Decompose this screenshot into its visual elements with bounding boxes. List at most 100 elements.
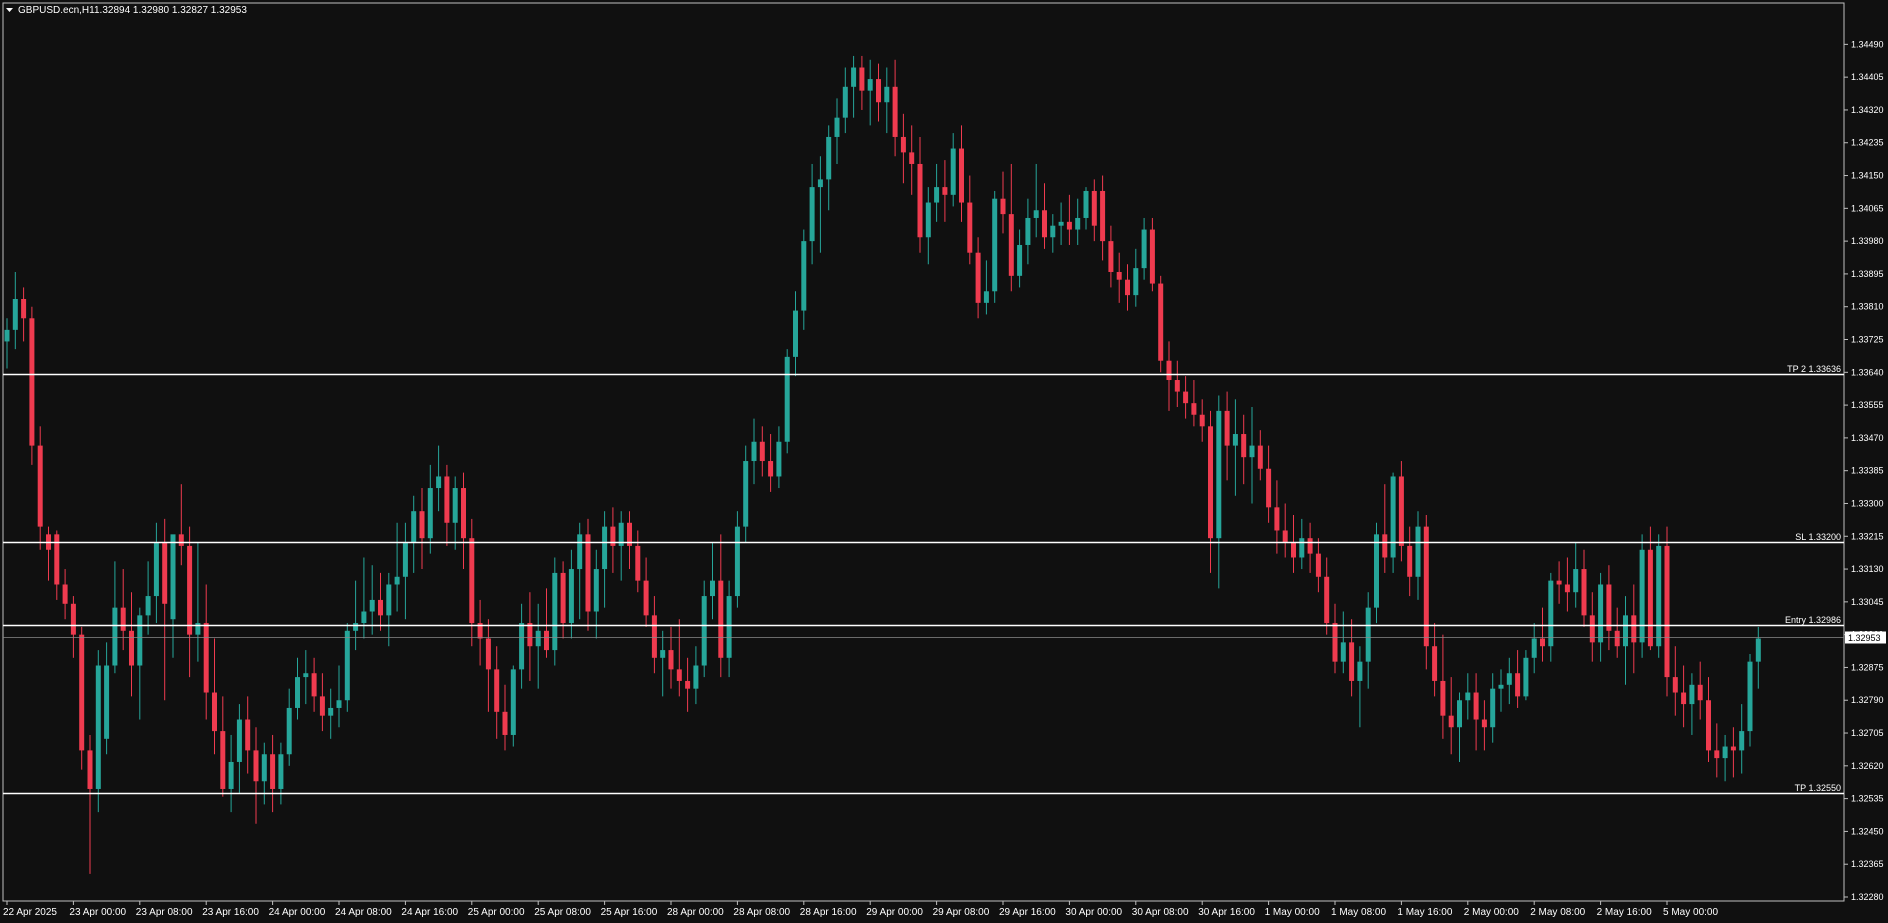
- candle-body: [1589, 615, 1595, 643]
- candle-body: [1017, 244, 1023, 276]
- price-chart[interactable]: GBPUSD.ecn,H1 1.32894 1.32980 1.32827 1.…: [0, 0, 1888, 923]
- candle-body: [328, 707, 334, 716]
- candle-body: [892, 86, 898, 137]
- price-tick-label: 1.32365: [1851, 859, 1884, 869]
- candle-body: [4, 329, 10, 342]
- level-label: TP 1.32550: [1795, 783, 1841, 793]
- candle-body: [153, 542, 159, 597]
- candle-body: [236, 719, 242, 762]
- candle-body: [1523, 657, 1529, 697]
- price-tick-label: 1.32535: [1851, 794, 1884, 804]
- candle-body: [187, 545, 193, 635]
- candle-body: [469, 538, 475, 624]
- candle-body: [851, 67, 857, 87]
- candle-body: [676, 669, 682, 681]
- candle-body: [1133, 268, 1139, 296]
- candle-body: [1755, 638, 1761, 662]
- candle-body: [427, 488, 433, 539]
- candle-body: [62, 584, 68, 604]
- candle-body: [1232, 434, 1238, 446]
- candle-body: [776, 441, 782, 477]
- candle-body: [112, 607, 118, 666]
- candle-body: [577, 534, 583, 570]
- candle-body: [494, 669, 500, 712]
- time-tick-label: 2 May 00:00: [1464, 907, 1519, 918]
- candle-body: [319, 696, 325, 716]
- candle-body: [1623, 615, 1628, 647]
- time-tick-label: 30 Apr 00:00: [1065, 907, 1122, 918]
- candle-body: [253, 750, 259, 782]
- candle-body: [170, 534, 176, 620]
- bull-candle: [1639, 534, 1645, 658]
- candle-body: [461, 488, 466, 539]
- time-tick-label: 29 Apr 16:00: [999, 907, 1056, 918]
- candle-body: [1398, 476, 1404, 546]
- candle-body: [1440, 680, 1446, 716]
- candle-body: [1291, 542, 1296, 558]
- price-tick-label: 1.33385: [1851, 466, 1884, 476]
- candle-body: [1274, 507, 1280, 531]
- candle-body: [295, 677, 300, 708]
- price-tick-label: 1.32280: [1851, 892, 1884, 902]
- candle-body: [162, 542, 168, 604]
- candle-body: [1357, 661, 1363, 681]
- candle-body: [602, 526, 608, 570]
- candle-body: [485, 638, 491, 670]
- candle-body: [203, 623, 209, 693]
- level-label: Entry 1.32986: [1785, 615, 1841, 625]
- candle-body: [353, 623, 359, 631]
- level-label: SL 1.33200: [1795, 532, 1841, 542]
- candle-body: [1216, 410, 1222, 539]
- time-tick-label: 1 May 08:00: [1331, 907, 1386, 918]
- candle-body: [95, 665, 101, 789]
- candle-body: [1349, 642, 1355, 681]
- candle-body: [651, 615, 657, 658]
- candle-body: [12, 298, 18, 330]
- candle-body: [784, 356, 790, 442]
- candle-body: [452, 488, 458, 523]
- time-tick-label: 1 May 00:00: [1265, 907, 1320, 918]
- candle-body: [29, 318, 35, 446]
- candle-body: [1116, 271, 1122, 280]
- candle-body: [1324, 576, 1330, 624]
- candle-body: [129, 630, 134, 666]
- price-tick-label: 1.32620: [1851, 761, 1884, 771]
- price-tick-label: 1.34320: [1851, 105, 1884, 115]
- time-tick-label: 24 Apr 00:00: [269, 907, 326, 918]
- candle-body: [635, 545, 641, 581]
- time-tick-label: 29 Apr 08:00: [933, 907, 990, 918]
- candle-body: [1183, 391, 1189, 404]
- time-tick-label: 30 Apr 16:00: [1198, 907, 1255, 918]
- candle-body: [1498, 684, 1504, 689]
- candle-body: [552, 572, 558, 651]
- price-tick-label: 1.33215: [1851, 531, 1884, 541]
- price-tick-label: 1.33130: [1851, 564, 1884, 574]
- candle-body: [1457, 700, 1462, 728]
- candle-body: [660, 650, 666, 658]
- price-tick-label: 1.33470: [1851, 433, 1884, 443]
- candle-body: [768, 461, 774, 477]
- candle-body: [1166, 360, 1172, 381]
- candle-body: [419, 511, 425, 539]
- candle-body: [685, 680, 691, 689]
- candle-body: [1075, 217, 1081, 230]
- candle-body: [104, 665, 110, 739]
- candle-body: [793, 310, 798, 357]
- candle-body: [369, 599, 375, 612]
- candle-body: [303, 673, 309, 678]
- candle-body: [1299, 538, 1305, 558]
- candle-body: [967, 202, 973, 253]
- candle-body: [900, 136, 906, 153]
- bull-candle: [510, 665, 516, 747]
- bull-candle: [552, 557, 558, 666]
- price-tick-label: 1.33895: [1851, 269, 1884, 279]
- time-tick-label: 24 Apr 08:00: [335, 907, 392, 918]
- candle-body: [959, 148, 964, 203]
- candle-body: [668, 650, 674, 670]
- time-tick-label: 28 Apr 00:00: [667, 907, 724, 918]
- candle-body: [1515, 673, 1521, 697]
- candle-body: [1307, 538, 1313, 554]
- candle-body: [1382, 534, 1388, 558]
- price-tick-label: 1.33810: [1851, 302, 1884, 312]
- bull-candle: [1656, 534, 1662, 658]
